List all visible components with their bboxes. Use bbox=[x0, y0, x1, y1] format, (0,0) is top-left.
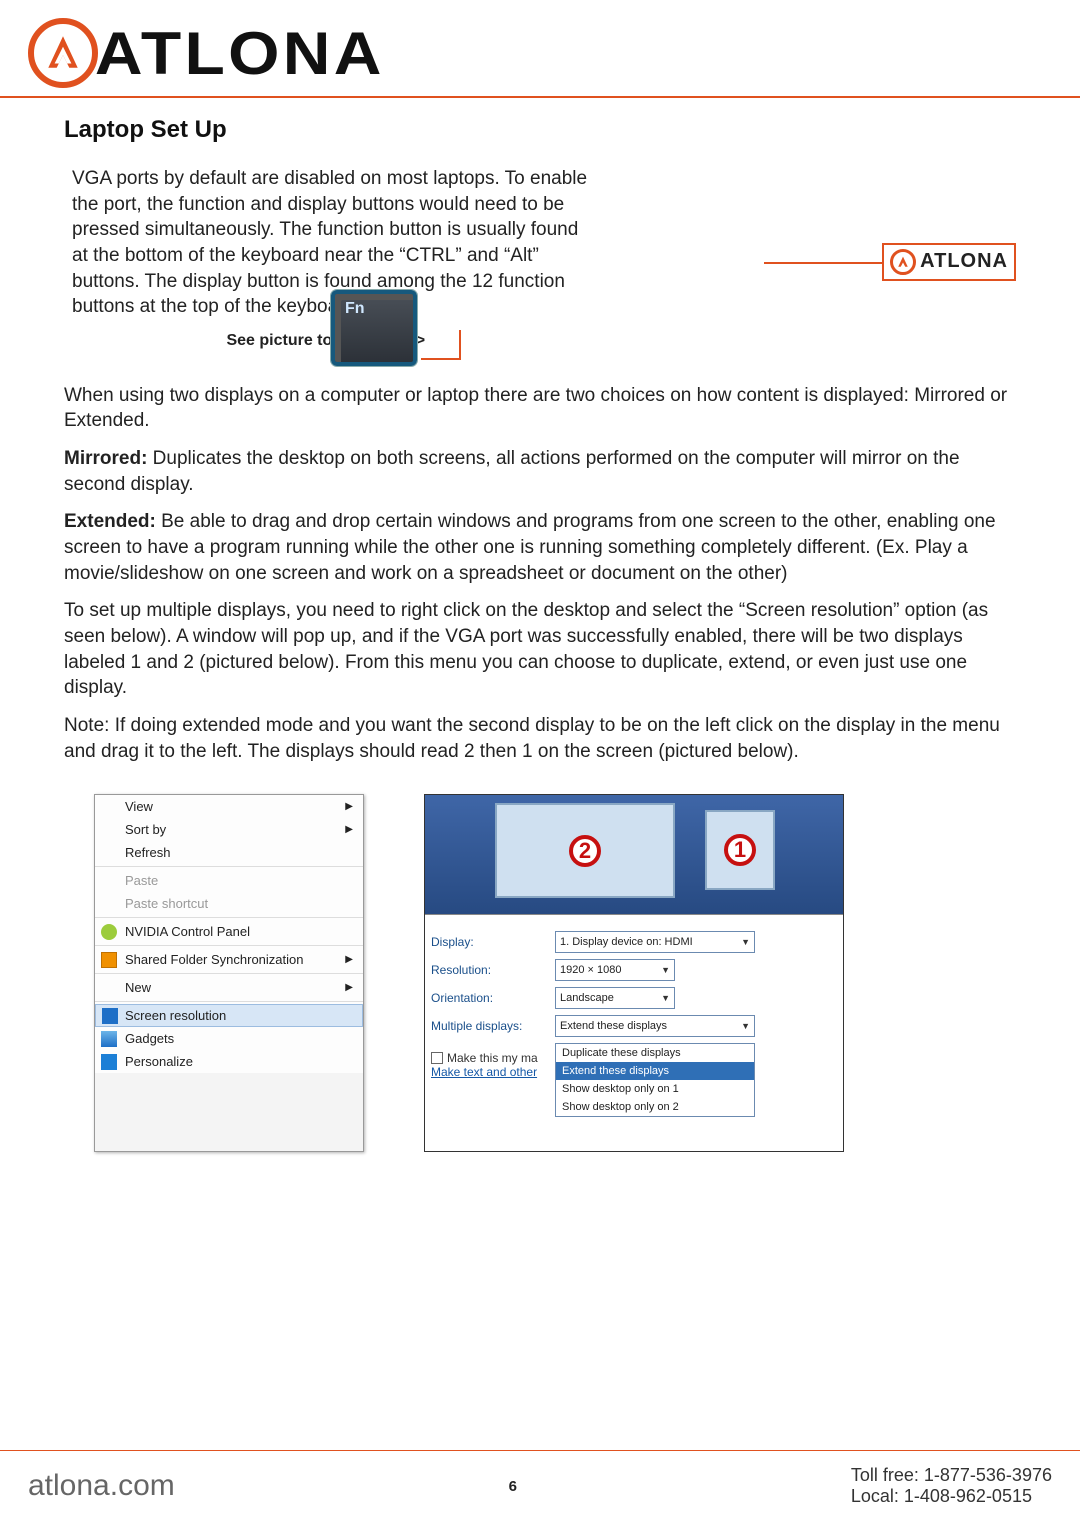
main-display-checkbox[interactable] bbox=[431, 1052, 443, 1064]
orientation-value: Landscape bbox=[560, 992, 614, 1004]
context-menu-image: View ▶ Sort by ▶ Refresh Paste Paste shortcut N… bbox=[94, 794, 364, 1152]
context-menu-label: Screen resolution bbox=[125, 1008, 226, 1023]
logo-icon bbox=[28, 18, 98, 88]
display-value: 1. Display device on: HDMI bbox=[560, 936, 693, 948]
mini-wordmark: ATLONA bbox=[920, 250, 1008, 273]
chevron-down-icon: ▼ bbox=[741, 937, 750, 947]
context-menu-item[interactable]: NVIDIA Control Panel bbox=[95, 920, 363, 943]
context-menu-label: New bbox=[125, 980, 151, 995]
mirrored-text: Duplicates the desktop on both screens, … bbox=[64, 448, 960, 495]
pic-icon bbox=[101, 1031, 117, 1047]
callout-connector bbox=[421, 330, 461, 360]
extended-label: Extended: bbox=[64, 511, 156, 532]
resolution-dropdown[interactable]: 1920 × 1080 ▼ bbox=[555, 959, 675, 981]
brand-wordmark: ATLONA bbox=[95, 19, 385, 88]
label-orientation: Orientation: bbox=[431, 991, 555, 1005]
orientation-dropdown[interactable]: Landscape ▼ bbox=[555, 987, 675, 1009]
section-title: Laptop Set Up bbox=[64, 116, 1016, 144]
local-number: Local: 1-408-962-0515 bbox=[851, 1486, 1052, 1507]
page-number: 6 bbox=[509, 1478, 517, 1495]
context-menu-item[interactable]: View ▶ bbox=[95, 795, 363, 818]
paragraph-mirrored: Mirrored: Duplicates the desktop on both… bbox=[64, 446, 1016, 497]
context-menu-label: View bbox=[125, 799, 153, 814]
label-resolution: Resolution: bbox=[431, 963, 555, 977]
label-multiple: Multiple displays: bbox=[431, 1019, 555, 1033]
submenu-arrow-icon: ▶ bbox=[345, 954, 353, 965]
chevron-down-icon: ▼ bbox=[661, 993, 670, 1003]
monitor-1: 1 bbox=[705, 810, 775, 890]
main-display-label: Make this my ma bbox=[447, 1051, 538, 1065]
context-menu-item[interactable]: Shared Folder Synchronization ▶ bbox=[95, 948, 363, 971]
context-menu-item[interactable]: Refresh bbox=[95, 841, 363, 864]
context-menu-label: Paste shortcut bbox=[125, 896, 208, 911]
context-menu-item[interactable]: Gadgets bbox=[95, 1027, 363, 1050]
context-menu-item[interactable]: Screen resolution bbox=[95, 1004, 363, 1027]
logo-icon bbox=[890, 249, 916, 275]
header: ATLONA bbox=[0, 0, 1080, 98]
chevron-down-icon: ▼ bbox=[661, 965, 670, 975]
submenu-arrow-icon: ▶ bbox=[345, 982, 353, 993]
multiple-value: Extend these displays bbox=[560, 1020, 667, 1032]
display-dropdown[interactable]: 1. Display device on: HDMI ▼ bbox=[555, 931, 755, 953]
footer: atlona.com 6 Toll free: 1-877-536-3976 L… bbox=[0, 1450, 1080, 1527]
dropdown-option[interactable]: Show desktop only on 2 bbox=[556, 1098, 754, 1116]
display-preview: 2 1 bbox=[425, 795, 843, 915]
footer-site: atlona.com bbox=[28, 1469, 175, 1503]
submenu-arrow-icon: ▶ bbox=[345, 824, 353, 835]
context-menu-label: Refresh bbox=[125, 845, 171, 860]
context-menu-item[interactable]: Sort by ▶ bbox=[95, 818, 363, 841]
paragraph-setup: To set up multiple displays, you need to… bbox=[64, 598, 1016, 701]
context-menu-item[interactable]: Personalize bbox=[95, 1050, 363, 1073]
desk-icon bbox=[101, 1054, 117, 1070]
monitor-2-badge: 2 bbox=[569, 835, 601, 867]
context-menu-label: Sort by bbox=[125, 822, 166, 837]
paragraph-note: Note: If doing extended mode and you wan… bbox=[64, 713, 1016, 764]
paragraph-extended: Extended: Be able to drag and drop certa… bbox=[64, 509, 1016, 586]
orange-icon bbox=[101, 952, 117, 968]
context-menu-label: Gadgets bbox=[125, 1031, 174, 1046]
chevron-down-icon: ▼ bbox=[741, 1021, 750, 1031]
paragraph-choices: When using two displays on a computer or… bbox=[64, 383, 1016, 434]
resolution-value: 1920 × 1080 bbox=[560, 964, 621, 976]
dropdown-option[interactable]: Show desktop only on 1 bbox=[556, 1080, 754, 1098]
context-menu-label: Paste bbox=[125, 873, 158, 888]
tollfree-number: Toll free: 1-877-536-3976 bbox=[851, 1465, 1052, 1486]
multiple-displays-dropdown[interactable]: Extend these displays ▼ bbox=[555, 1015, 755, 1037]
monitor-2: 2 bbox=[495, 803, 675, 898]
context-menu-item[interactable]: New ▶ bbox=[95, 976, 363, 999]
green-icon bbox=[101, 924, 117, 940]
text-size-link[interactable]: Make text and other bbox=[431, 1065, 537, 1079]
monitor-1-badge: 1 bbox=[724, 834, 756, 866]
fn-key-image bbox=[331, 290, 417, 366]
mini-atlona-card: ATLONA bbox=[882, 243, 1016, 281]
page-content: Laptop Set Up VGA ports by default are d… bbox=[0, 98, 1080, 1152]
mirrored-label: Mirrored: bbox=[64, 448, 147, 469]
context-menu-label: NVIDIA Control Panel bbox=[125, 924, 250, 939]
context-menu-item[interactable]: Paste bbox=[95, 869, 363, 892]
context-menu-item[interactable]: Paste shortcut bbox=[95, 892, 363, 915]
context-menu-label: Shared Folder Synchronization bbox=[125, 952, 304, 967]
label-display: Display: bbox=[431, 935, 555, 949]
extended-text: Be able to drag and drop certain windows… bbox=[64, 511, 996, 583]
blue-icon bbox=[102, 1008, 118, 1024]
submenu-arrow-icon: ▶ bbox=[345, 801, 353, 812]
context-menu-label: Personalize bbox=[125, 1054, 193, 1069]
display-settings-image: 2 1 Display: 1. Display device on: HDMI ▼… bbox=[424, 794, 844, 1152]
